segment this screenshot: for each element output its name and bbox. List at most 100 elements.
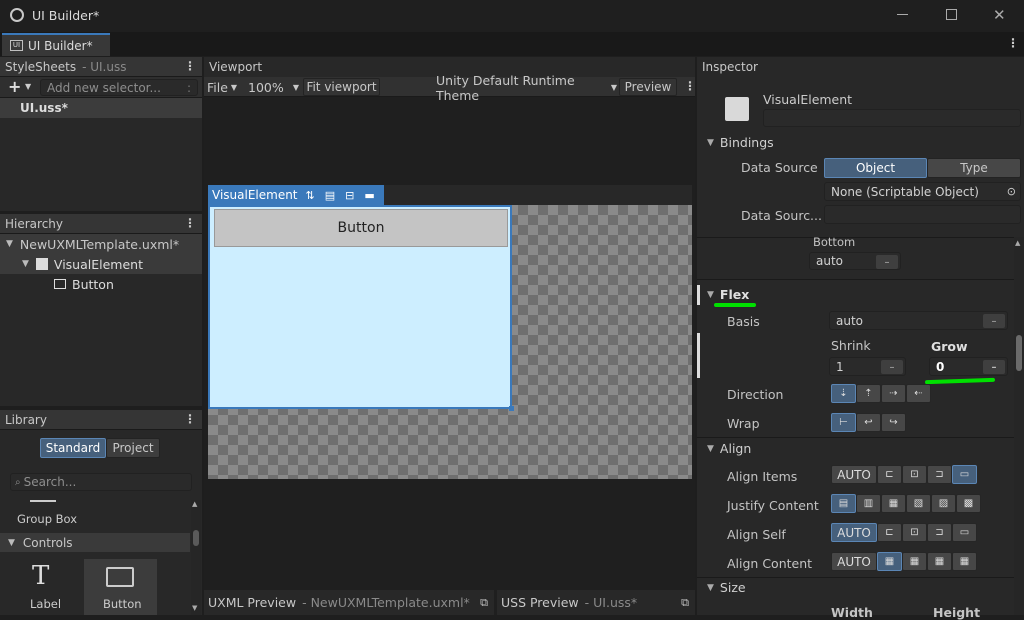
scroll-up-icon[interactable]: ▲ (192, 500, 197, 508)
element-name-input[interactable] (763, 109, 1021, 127)
align-content-center-icon[interactable]: ▦ (902, 552, 927, 571)
unit-dropdown-button[interactable]: – (983, 360, 1005, 374)
size-section-header[interactable]: ▼ Size (707, 580, 746, 595)
scroll-up-icon[interactable]: ▲ (1015, 239, 1020, 247)
library-menu-icon[interactable]: ⋮ (184, 412, 196, 426)
library-tile-button[interactable]: Button (84, 559, 157, 615)
theme-dropdown[interactable]: Unity Default Runtime Theme ▼ (431, 73, 617, 103)
inspector-scrollbar[interactable]: ▲ (1014, 237, 1024, 615)
align-icon[interactable]: ▤ (325, 189, 335, 202)
library-tile-label[interactable]: T Label (8, 559, 80, 615)
controls-section-header[interactable]: ▼ Controls (0, 533, 190, 552)
tab-ui-builder[interactable]: UI UI Builder* (2, 33, 110, 56)
data-source-object-toggle[interactable]: Object (824, 158, 927, 178)
justify-start-icon[interactable]: ▤ (831, 494, 856, 513)
justify-center-icon[interactable]: ▥ (856, 494, 881, 513)
scroll-thumb[interactable] (193, 530, 199, 546)
direction-column-icon[interactable]: ⇣ (831, 384, 856, 403)
hierarchy-item-template[interactable]: ▼ NewUXMLTemplate.uxml* (0, 234, 202, 254)
library-search-input[interactable]: ⌕ Search... (10, 473, 192, 491)
shrink-input[interactable]: 1 – (829, 357, 906, 376)
scroll-thumb[interactable] (1016, 335, 1022, 371)
uxml-preview-bar[interactable]: UXML Preview - NewUXMLTemplate.uxml* ⧉ (204, 590, 494, 615)
expand-arrow-icon[interactable]: ▼ (707, 138, 714, 148)
grow-input[interactable]: 0 – (929, 357, 1008, 376)
justify-space-between-icon[interactable]: ▧ (906, 494, 931, 513)
direction-row-reverse-icon[interactable]: ⇠ (906, 384, 931, 403)
align-end-icon[interactable]: ⊐ (927, 465, 952, 484)
align-stretch-icon[interactable]: ▭ (952, 523, 977, 542)
expand-arrow-icon[interactable]: ▼ (8, 538, 15, 548)
zoom-dropdown[interactable]: 100% ▼ (246, 79, 301, 96)
align-content-start-icon[interactable]: ▦ (877, 552, 902, 571)
align-start-icon[interactable]: ⊏ (877, 523, 902, 542)
resize-handle[interactable] (509, 406, 514, 411)
justify-icon[interactable]: ⊟ (345, 189, 354, 202)
align-start-icon[interactable]: ⊏ (877, 465, 902, 484)
selected-element-label[interactable]: VisualElement ⇅ ▤ ⊟ ▬ (208, 185, 384, 205)
auto-button[interactable]: AUTO (831, 523, 877, 542)
no-wrap-icon[interactable]: ⊢ (831, 413, 856, 432)
file-menu[interactable]: File ▼ (207, 79, 237, 96)
align-end-icon[interactable]: ⊐ (927, 523, 952, 542)
expand-arrow-icon[interactable]: ▼ (707, 290, 714, 300)
group-box-label[interactable]: Group Box (17, 512, 77, 526)
unit-dropdown-button[interactable]: – (881, 360, 903, 374)
expand-arrow-icon[interactable]: ▼ (707, 444, 714, 454)
library-scrollbar[interactable]: ▲ ▼ (191, 500, 201, 615)
open-external-icon[interactable]: ⧉ (681, 596, 689, 610)
flex-section-header[interactable]: ▼ Flex (707, 287, 749, 302)
align-content-stretch-icon[interactable]: ▦ (952, 552, 977, 571)
auto-button[interactable]: AUTO (831, 465, 877, 484)
add-selector-input[interactable]: Add new selector... : (40, 79, 198, 96)
bindings-section-header[interactable]: ▼ Bindings (707, 135, 774, 150)
viewport-menu-icon[interactable]: ⋮ (684, 79, 696, 93)
data-source-path-input[interactable] (824, 205, 1021, 224)
close-button[interactable]: ✕ (993, 6, 1006, 24)
object-picker-icon[interactable]: ⊙ (1007, 185, 1016, 198)
visual-element-box[interactable]: Button (208, 205, 514, 411)
fit-viewport-button[interactable]: Fit viewport (303, 78, 380, 96)
align-section-header[interactable]: ▼ Align (707, 441, 751, 456)
basis-input[interactable]: auto – (829, 311, 1008, 330)
unit-dropdown-button[interactable]: – (983, 314, 1005, 328)
maximize-button[interactable] (946, 9, 957, 20)
uss-preview-bar[interactable]: USS Preview - UI.uss* ⧉ (497, 590, 695, 615)
expand-arrow-icon[interactable]: ▼ (22, 259, 29, 269)
justify-space-around-icon[interactable]: ▨ (931, 494, 956, 513)
scroll-down-icon[interactable]: ▼ (192, 604, 197, 612)
hierarchy-item-button[interactable]: Button (0, 274, 202, 294)
stylesheets-menu-icon[interactable]: ⋮ (184, 59, 196, 73)
library-tab-project[interactable]: Project (106, 438, 160, 458)
wrap-icon[interactable]: ↩ (856, 413, 881, 432)
align-center-icon[interactable]: ⊡ (902, 523, 927, 542)
stylesheet-item[interactable]: UI.uss* (0, 98, 202, 118)
hierarchy-menu-icon[interactable]: ⋮ (184, 216, 196, 230)
direction-column-reverse-icon[interactable]: ⇡ (856, 384, 881, 403)
open-external-icon[interactable]: ⧉ (480, 596, 488, 610)
preview-button[interactable]: Preview (619, 78, 677, 96)
auto-button[interactable]: AUTO (831, 552, 877, 571)
expand-arrow-icon[interactable]: ▼ (707, 583, 714, 593)
add-icon[interactable]: + (8, 77, 21, 96)
wrap-reverse-icon[interactable]: ↪ (881, 413, 906, 432)
bottom-input[interactable]: auto – (809, 252, 901, 270)
direction-row-icon[interactable]: ⇢ (881, 384, 906, 403)
unit-dropdown-button[interactable]: – (876, 255, 898, 269)
tab-menu-icon[interactable]: ⋮ (1007, 36, 1019, 50)
library-tab-standard[interactable]: Standard (40, 438, 106, 458)
justify-end-icon[interactable]: ▦ (881, 494, 906, 513)
align-center-icon[interactable]: ⊡ (902, 465, 927, 484)
justify-space-evenly-icon[interactable]: ▩ (956, 494, 981, 513)
data-source-type-toggle[interactable]: Type (927, 158, 1021, 178)
expand-arrow-icon[interactable]: ▼ (6, 239, 13, 249)
flex-direction-icon[interactable]: ⇅ (306, 189, 315, 202)
hierarchy-item-visualelement[interactable]: ▼ VisualElement (0, 254, 202, 274)
canvas-button[interactable]: Button (214, 209, 508, 247)
align-stretch-icon[interactable]: ▭ (952, 465, 977, 484)
size-icon[interactable]: ▬ (364, 189, 374, 202)
add-dropdown-icon[interactable]: ▼ (25, 82, 31, 91)
minimize-button[interactable] (897, 14, 908, 15)
data-source-object-field[interactable]: None (Scriptable Object) ⊙ (824, 182, 1021, 201)
align-content-end-icon[interactable]: ▦ (927, 552, 952, 571)
